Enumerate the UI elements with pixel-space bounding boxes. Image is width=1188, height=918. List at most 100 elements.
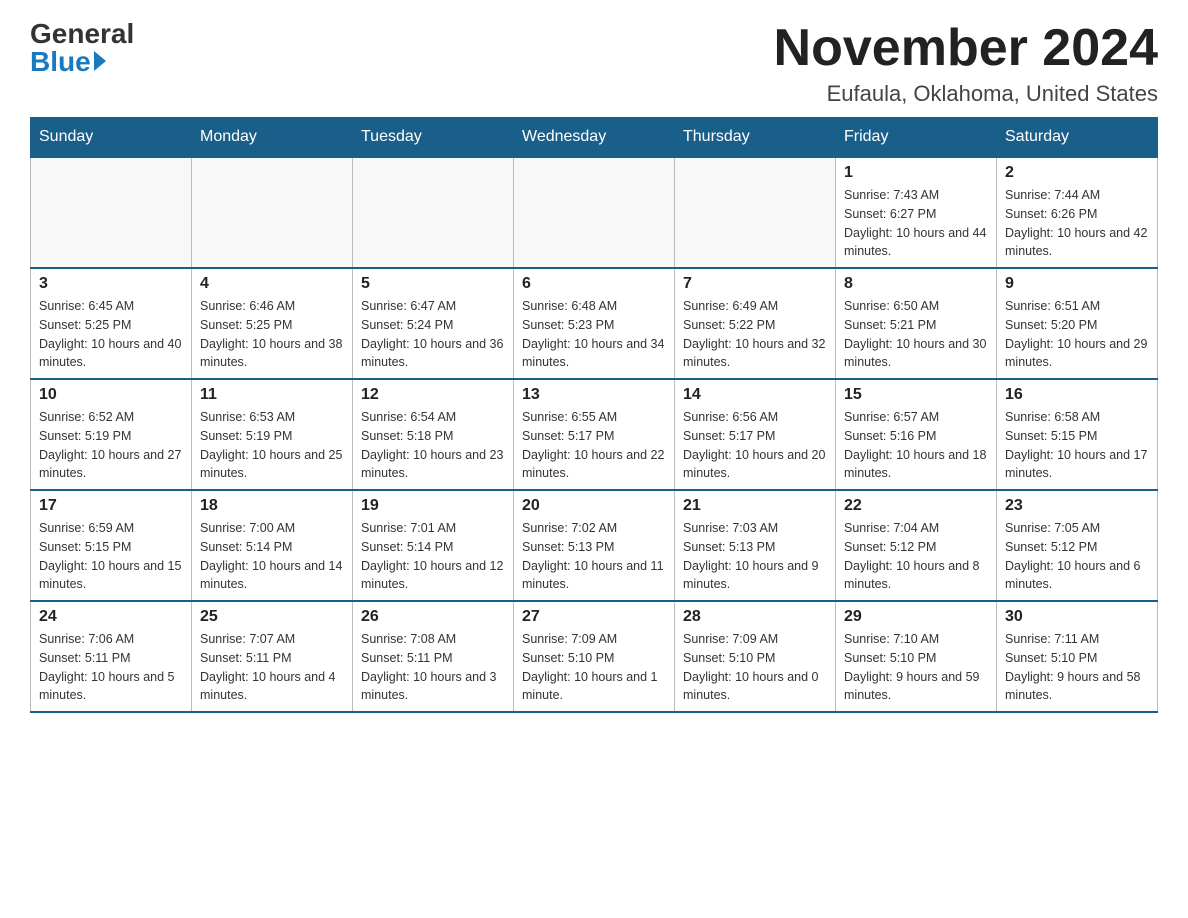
day-info: Sunrise: 7:43 AM Sunset: 6:27 PM Dayligh… <box>844 186 988 261</box>
title-block: November 2024 Eufaula, Oklahoma, United … <box>774 20 1158 107</box>
calendar-cell: 19Sunrise: 7:01 AM Sunset: 5:14 PM Dayli… <box>353 490 514 601</box>
day-info: Sunrise: 6:52 AM Sunset: 5:19 PM Dayligh… <box>39 408 183 483</box>
logo-general-text: General <box>30 20 134 48</box>
day-info: Sunrise: 7:03 AM Sunset: 5:13 PM Dayligh… <box>683 519 827 594</box>
day-info: Sunrise: 6:51 AM Sunset: 5:20 PM Dayligh… <box>1005 297 1149 372</box>
calendar-cell: 16Sunrise: 6:58 AM Sunset: 5:15 PM Dayli… <box>997 379 1158 490</box>
calendar-cell <box>353 157 514 268</box>
day-number: 20 <box>522 497 666 515</box>
calendar-cell: 9 Sunrise: 6:51 AM Sunset: 5:20 PM Daylig… <box>997 268 1158 379</box>
weekday-header-tuesday: Tuesday <box>353 118 514 158</box>
calendar-cell: 25 Sunrise: 7:07 AM Sunset: 5:11 PM Dayli… <box>192 601 353 712</box>
calendar-cell: 30 Sunrise: 7:11 AM Sunset: 5:10 PM Dayli… <box>997 601 1158 712</box>
day-info: Sunrise: 7:07 AM Sunset: 5:11 PM Dayligh… <box>200 630 344 705</box>
calendar-cell: 4 Sunrise: 6:46 AM Sunset: 5:25 PM Daylig… <box>192 268 353 379</box>
calendar-cell <box>514 157 675 268</box>
day-info: Sunrise: 6:55 AM Sunset: 5:17 PM Dayligh… <box>522 408 666 483</box>
day-info: Sunrise: 6:50 AM Sunset: 5:21 PM Dayligh… <box>844 297 988 372</box>
day-info: Sunrise: 7:11 AM Sunset: 5:10 PM Dayligh… <box>1005 630 1149 705</box>
day-number: 25 <box>200 608 344 626</box>
day-number: 29 <box>844 608 988 626</box>
day-info: Sunrise: 6:48 AM Sunset: 5:23 PM Dayligh… <box>522 297 666 372</box>
day-number: 28 <box>683 608 827 626</box>
day-number: 3 <box>39 275 183 293</box>
weekday-header-wednesday: Wednesday <box>514 118 675 158</box>
day-info: Sunrise: 6:57 AM Sunset: 5:16 PM Dayligh… <box>844 408 988 483</box>
day-number: 26 <box>361 608 505 626</box>
day-info: Sunrise: 7:06 AM Sunset: 5:11 PM Dayligh… <box>39 630 183 705</box>
location-label: Eufaula, Oklahoma, United States <box>774 81 1158 107</box>
day-number: 4 <box>200 275 344 293</box>
calendar-week-row: 24 Sunrise: 7:06 AM Sunset: 5:11 PM Dayli… <box>31 601 1158 712</box>
month-title: November 2024 <box>774 20 1158 77</box>
day-info: Sunrise: 6:56 AM Sunset: 5:17 PM Dayligh… <box>683 408 827 483</box>
calendar-cell: 7 Sunrise: 6:49 AM Sunset: 5:22 PM Daylig… <box>675 268 836 379</box>
day-info: Sunrise: 7:05 AM Sunset: 5:12 PM Dayligh… <box>1005 519 1149 594</box>
day-number: 8 <box>844 275 988 293</box>
day-info: Sunrise: 7:44 AM Sunset: 6:26 PM Dayligh… <box>1005 186 1149 261</box>
calendar-cell: 17Sunrise: 6:59 AM Sunset: 5:15 PM Dayli… <box>31 490 192 601</box>
calendar-cell: 20 Sunrise: 7:02 AM Sunset: 5:13 PM Dayli… <box>514 490 675 601</box>
day-number: 24 <box>39 608 183 626</box>
calendar-cell: 28 Sunrise: 7:09 AM Sunset: 5:10 PM Dayli… <box>675 601 836 712</box>
day-info: Sunrise: 6:46 AM Sunset: 5:25 PM Dayligh… <box>200 297 344 372</box>
calendar-cell: 12 Sunrise: 6:54 AM Sunset: 5:18 PM Dayli… <box>353 379 514 490</box>
calendar-cell: 27Sunrise: 7:09 AM Sunset: 5:10 PM Dayli… <box>514 601 675 712</box>
day-number: 10 <box>39 386 183 404</box>
day-number: 17 <box>39 497 183 515</box>
logo-arrow-icon <box>94 51 106 71</box>
day-info: Sunrise: 6:53 AM Sunset: 5:19 PM Dayligh… <box>200 408 344 483</box>
calendar-cell: 29 Sunrise: 7:10 AM Sunset: 5:10 PM Dayli… <box>836 601 997 712</box>
day-info: Sunrise: 6:47 AM Sunset: 5:24 PM Dayligh… <box>361 297 505 372</box>
calendar-week-row: 17Sunrise: 6:59 AM Sunset: 5:15 PM Dayli… <box>31 490 1158 601</box>
calendar-cell: 5 Sunrise: 6:47 AM Sunset: 5:24 PM Daylig… <box>353 268 514 379</box>
day-info: Sunrise: 7:04 AM Sunset: 5:12 PM Dayligh… <box>844 519 988 594</box>
calendar-cell <box>31 157 192 268</box>
calendar-cell: 10 Sunrise: 6:52 AM Sunset: 5:19 PM Dayli… <box>31 379 192 490</box>
day-number: 9 <box>1005 275 1149 293</box>
day-number: 13 <box>522 386 666 404</box>
day-number: 21 <box>683 497 827 515</box>
calendar-cell <box>192 157 353 268</box>
calendar-cell: 14 Sunrise: 6:56 AM Sunset: 5:17 PM Dayli… <box>675 379 836 490</box>
day-number: 19 <box>361 497 505 515</box>
weekday-header-sunday: Sunday <box>31 118 192 158</box>
page-header: General Blue November 2024 Eufaula, Okla… <box>30 20 1158 107</box>
calendar-cell: 1 Sunrise: 7:43 AM Sunset: 6:27 PM Daylig… <box>836 157 997 268</box>
weekday-header-saturday: Saturday <box>997 118 1158 158</box>
weekday-header-monday: Monday <box>192 118 353 158</box>
day-number: 1 <box>844 164 988 182</box>
day-number: 22 <box>844 497 988 515</box>
day-info: Sunrise: 6:49 AM Sunset: 5:22 PM Dayligh… <box>683 297 827 372</box>
calendar-cell: 26 Sunrise: 7:08 AM Sunset: 5:11 PM Dayli… <box>353 601 514 712</box>
day-number: 14 <box>683 386 827 404</box>
day-number: 7 <box>683 275 827 293</box>
calendar-cell: 2Sunrise: 7:44 AM Sunset: 6:26 PM Daylig… <box>997 157 1158 268</box>
calendar-cell: 13 Sunrise: 6:55 AM Sunset: 5:17 PM Dayli… <box>514 379 675 490</box>
calendar-cell: 21 Sunrise: 7:03 AM Sunset: 5:13 PM Dayli… <box>675 490 836 601</box>
calendar-cell: 11Sunrise: 6:53 AM Sunset: 5:19 PM Dayli… <box>192 379 353 490</box>
day-number: 30 <box>1005 608 1149 626</box>
day-info: Sunrise: 7:09 AM Sunset: 5:10 PM Dayligh… <box>683 630 827 705</box>
day-info: Sunrise: 7:00 AM Sunset: 5:14 PM Dayligh… <box>200 519 344 594</box>
day-info: Sunrise: 7:09 AM Sunset: 5:10 PM Dayligh… <box>522 630 666 705</box>
day-info: Sunrise: 6:45 AM Sunset: 5:25 PM Dayligh… <box>39 297 183 372</box>
day-info: Sunrise: 7:08 AM Sunset: 5:11 PM Dayligh… <box>361 630 505 705</box>
day-number: 15 <box>844 386 988 404</box>
day-number: 12 <box>361 386 505 404</box>
day-info: Sunrise: 7:02 AM Sunset: 5:13 PM Dayligh… <box>522 519 666 594</box>
calendar-cell: 23Sunrise: 7:05 AM Sunset: 5:12 PM Dayli… <box>997 490 1158 601</box>
calendar-cell: 8 Sunrise: 6:50 AM Sunset: 5:21 PM Daylig… <box>836 268 997 379</box>
weekday-header-friday: Friday <box>836 118 997 158</box>
calendar-cell: 22 Sunrise: 7:04 AM Sunset: 5:12 PM Dayli… <box>836 490 997 601</box>
calendar-cell: 24 Sunrise: 7:06 AM Sunset: 5:11 PM Dayli… <box>31 601 192 712</box>
day-info: Sunrise: 7:10 AM Sunset: 5:10 PM Dayligh… <box>844 630 988 705</box>
day-info: Sunrise: 6:54 AM Sunset: 5:18 PM Dayligh… <box>361 408 505 483</box>
calendar-week-row: 3 Sunrise: 6:45 AM Sunset: 5:25 PM Daylig… <box>31 268 1158 379</box>
day-number: 16 <box>1005 386 1149 404</box>
weekday-header-row: SundayMondayTuesdayWednesdayThursdayFrid… <box>31 118 1158 158</box>
day-number: 18 <box>200 497 344 515</box>
calendar-week-row: 1 Sunrise: 7:43 AM Sunset: 6:27 PM Daylig… <box>31 157 1158 268</box>
calendar-table: SundayMondayTuesdayWednesdayThursdayFrid… <box>30 117 1158 713</box>
day-number: 5 <box>361 275 505 293</box>
